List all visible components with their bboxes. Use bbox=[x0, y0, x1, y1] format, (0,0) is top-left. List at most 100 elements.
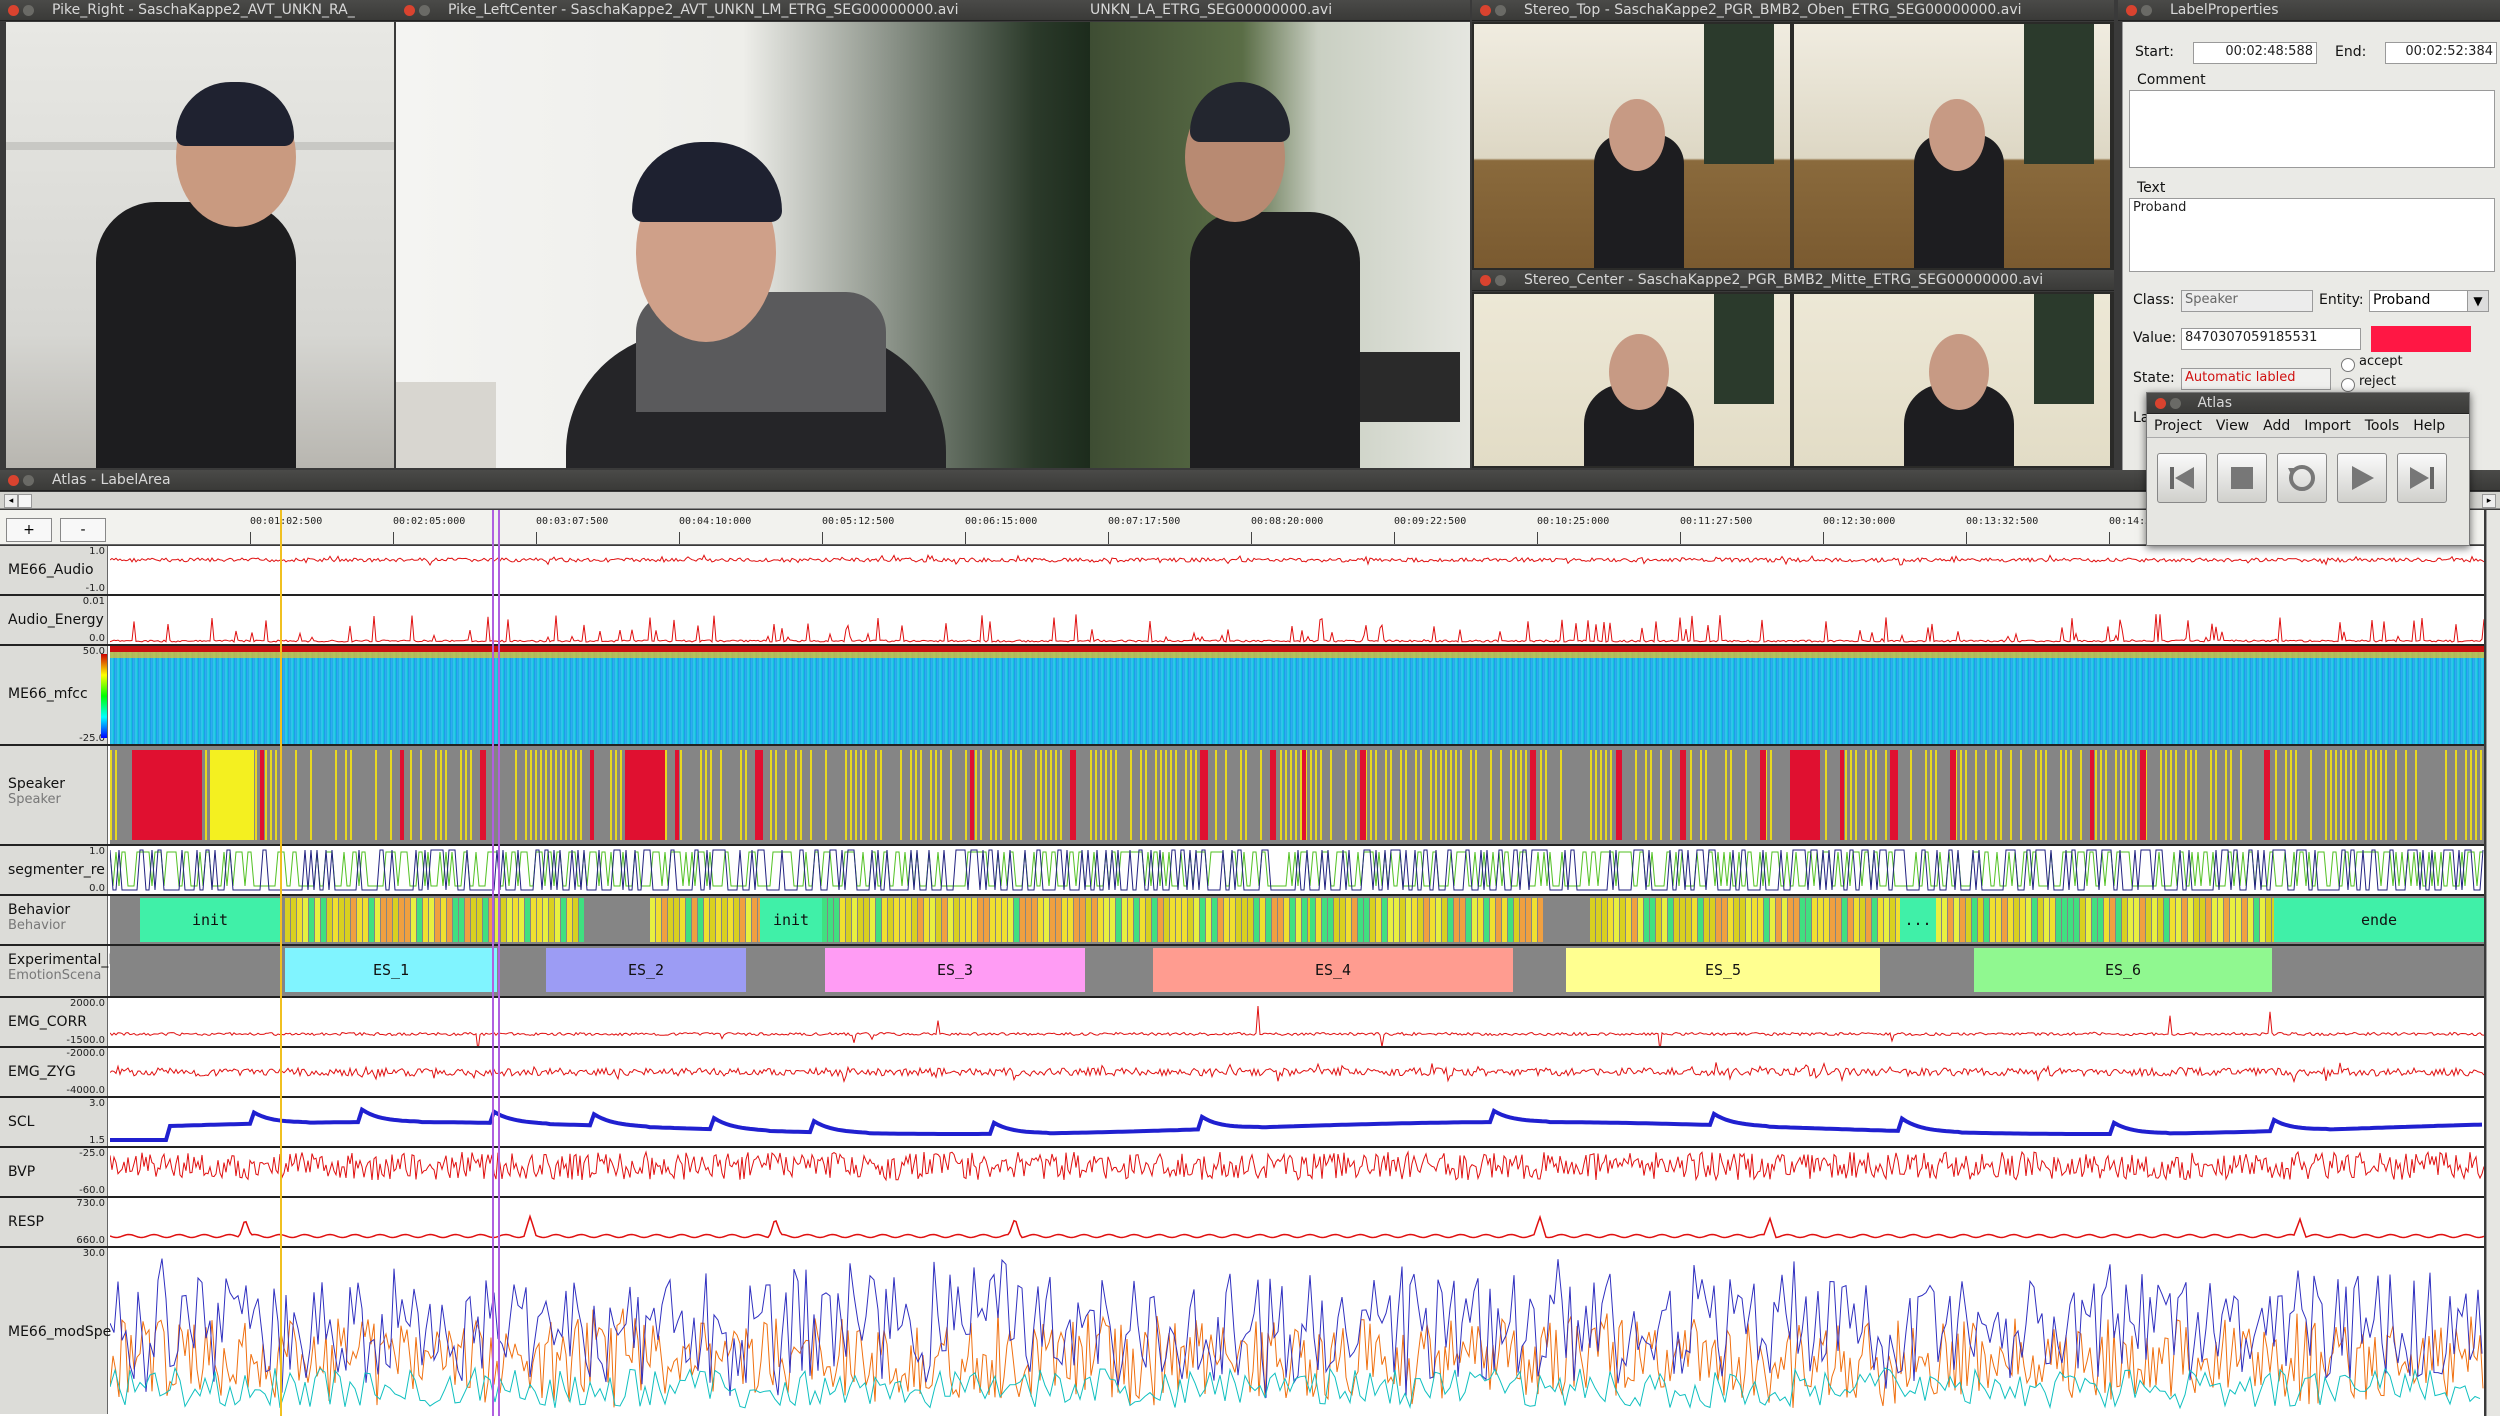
speaker-segment[interactable] bbox=[2195, 750, 2197, 840]
behavior-segment[interactable] bbox=[1230, 898, 1235, 942]
behavior-segment[interactable] bbox=[1358, 898, 1363, 942]
speaker-segment[interactable] bbox=[1690, 750, 1692, 840]
behavior-segment[interactable] bbox=[1182, 898, 1187, 942]
speaker-segment[interactable] bbox=[2285, 750, 2287, 840]
speaker-segment[interactable] bbox=[2020, 750, 2022, 840]
speaker-segment[interactable] bbox=[940, 750, 942, 840]
behavior-segment[interactable] bbox=[1508, 898, 1513, 942]
speaker-segment[interactable] bbox=[2115, 750, 2117, 840]
speaker-segment[interactable] bbox=[1055, 750, 1057, 840]
speaker-segment[interactable] bbox=[810, 750, 812, 840]
behavior-segment[interactable] bbox=[1370, 898, 1375, 942]
speaker-segment[interactable] bbox=[310, 750, 312, 840]
behavior-segment[interactable] bbox=[1936, 898, 1941, 942]
behavior-segment[interactable] bbox=[2002, 898, 2007, 942]
speaker-segment[interactable] bbox=[1985, 750, 1987, 840]
speaker-segment[interactable] bbox=[1850, 750, 1852, 840]
speaker-segment[interactable] bbox=[2375, 750, 2377, 840]
behavior-segment[interactable] bbox=[1990, 898, 1995, 942]
behavior-segment[interactable] bbox=[1984, 898, 1989, 942]
speaker-segment[interactable] bbox=[570, 750, 572, 840]
behavior-segment[interactable] bbox=[375, 898, 380, 942]
video-frame-stereo-top[interactable] bbox=[1472, 22, 2114, 270]
behavior-segment[interactable] bbox=[2182, 898, 2187, 942]
behavior-segment[interactable] bbox=[1830, 898, 1835, 942]
behavior-segment[interactable] bbox=[549, 898, 554, 942]
speaker-segment[interactable] bbox=[2090, 750, 2094, 840]
behavior-segment[interactable] bbox=[1478, 898, 1483, 942]
behavior-segment[interactable] bbox=[1948, 898, 1953, 942]
scroll-thumb[interactable] bbox=[18, 494, 32, 508]
speaker-segment[interactable] bbox=[2060, 750, 2062, 840]
vertical-scrollbar[interactable] bbox=[2486, 510, 2500, 1416]
speaker-segment[interactable] bbox=[1950, 750, 1956, 840]
repeat-button[interactable] bbox=[2277, 453, 2327, 503]
behavior-segment[interactable] bbox=[513, 898, 518, 942]
speaker-segment[interactable] bbox=[720, 750, 722, 840]
behavior-segment[interactable] bbox=[1532, 898, 1537, 942]
behavior-segment[interactable] bbox=[339, 898, 344, 942]
behavior-segment[interactable] bbox=[912, 898, 917, 942]
comment-textarea[interactable] bbox=[2129, 90, 2495, 168]
menu-project[interactable]: Project bbox=[2147, 416, 2209, 436]
behavior-segment[interactable] bbox=[1620, 898, 1625, 942]
speaker-segment[interactable] bbox=[1965, 750, 1967, 840]
behavior-segment[interactable] bbox=[1674, 898, 1679, 942]
speaker-segment[interactable] bbox=[1975, 750, 1977, 840]
video-titlebar-5[interactable]: Stereo_Center - SaschaKappe2_PGR_BMB2_Mi… bbox=[1472, 270, 2114, 291]
speaker-segment[interactable] bbox=[525, 750, 527, 840]
behavior-segment[interactable] bbox=[972, 898, 977, 942]
speaker-segment[interactable] bbox=[1355, 750, 1357, 840]
speaker-segment[interactable] bbox=[440, 750, 442, 840]
speaker-segment[interactable] bbox=[755, 750, 763, 840]
behavior-segment[interactable] bbox=[1074, 898, 1079, 942]
speaker-segment[interactable] bbox=[1680, 750, 1686, 840]
speaker-segment[interactable] bbox=[2355, 750, 2357, 840]
speaker-segment[interactable] bbox=[1225, 750, 1227, 840]
behavior-segment[interactable] bbox=[453, 898, 458, 942]
speaker-segment[interactable] bbox=[1475, 750, 1477, 840]
behavior-segment[interactable] bbox=[1818, 898, 1823, 942]
behavior-segment[interactable] bbox=[1104, 898, 1109, 942]
scenario-es3[interactable]: ES_3 bbox=[825, 948, 1085, 992]
behavior-segment[interactable] bbox=[2116, 898, 2121, 942]
behavior-segment[interactable] bbox=[1746, 898, 1751, 942]
behavior-segment[interactable] bbox=[1436, 898, 1441, 942]
behavior-label-ende[interactable]: ende bbox=[2274, 898, 2484, 942]
behavior-segment[interactable] bbox=[1854, 898, 1859, 942]
behavior-segment[interactable] bbox=[1698, 898, 1703, 942]
speaker-segment[interactable] bbox=[1770, 750, 1772, 840]
behavior-segment[interactable] bbox=[2206, 898, 2211, 942]
behavior-segment[interactable] bbox=[1704, 898, 1709, 942]
behavior-segment[interactable] bbox=[387, 898, 392, 942]
behavior-segment[interactable] bbox=[2074, 898, 2079, 942]
speaker-segment[interactable] bbox=[1200, 750, 1208, 840]
behavior-segment[interactable] bbox=[2032, 898, 2037, 942]
behavior-segment[interactable] bbox=[722, 898, 727, 942]
speaker-segment[interactable] bbox=[1455, 750, 1457, 840]
speaker-segment[interactable] bbox=[1315, 750, 1317, 840]
behavior-segment[interactable] bbox=[1334, 898, 1339, 942]
behavior-segment[interactable] bbox=[531, 898, 536, 942]
speaker-segment[interactable] bbox=[335, 750, 337, 840]
speaker-segment[interactable] bbox=[2165, 750, 2167, 840]
speaker-segment[interactable] bbox=[2365, 750, 2367, 840]
speaker-segment[interactable] bbox=[1540, 750, 1542, 840]
speaker-segment[interactable] bbox=[975, 750, 977, 840]
track-behavior[interactable]: Behavior Behavior init init ... ende bbox=[0, 896, 2484, 946]
behavior-segment[interactable] bbox=[1996, 898, 2001, 942]
menu-view[interactable]: View bbox=[2209, 416, 2256, 436]
scenario-es6[interactable]: ES_6 bbox=[1974, 948, 2272, 992]
behavior-segment[interactable] bbox=[2176, 898, 2181, 942]
behavior-segment[interactable] bbox=[936, 898, 941, 942]
speaker-segment[interactable] bbox=[680, 750, 682, 840]
speaker-segment[interactable] bbox=[1730, 750, 1732, 840]
speaker-segment[interactable] bbox=[1105, 750, 1107, 840]
speaker-segment[interactable] bbox=[575, 750, 577, 840]
skip-back-button[interactable] bbox=[2157, 453, 2207, 503]
scenario-es2[interactable]: ES_2 bbox=[546, 948, 746, 992]
speaker-segment[interactable] bbox=[970, 750, 974, 840]
speaker-segment[interactable] bbox=[1885, 750, 1887, 840]
behavior-segment[interactable] bbox=[882, 898, 887, 942]
scenario-es4[interactable]: ES_4 bbox=[1153, 948, 1513, 992]
